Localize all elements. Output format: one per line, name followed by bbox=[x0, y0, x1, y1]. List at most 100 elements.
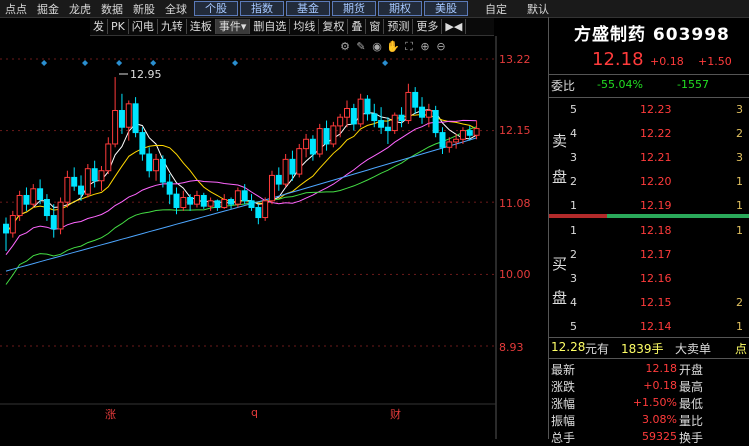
candle[interactable] bbox=[439, 127, 446, 154]
event-label-zhang[interactable]: 涨 bbox=[105, 406, 116, 422]
candle[interactable] bbox=[357, 93, 364, 128]
tool-collapse[interactable]: ▶◀ bbox=[442, 19, 467, 34]
candle[interactable] bbox=[405, 83, 412, 124]
sell-row-5[interactable]: 5 12.23 3 bbox=[549, 99, 749, 121]
candle[interactable] bbox=[78, 175, 85, 201]
candle[interactable] bbox=[344, 100, 350, 128]
buy-row-5[interactable]: 5 12.14 1 bbox=[549, 316, 749, 338]
candle[interactable] bbox=[255, 204, 262, 225]
tab-us-stock[interactable]: 美股 bbox=[424, 1, 468, 16]
menu-longhu[interactable]: 龙虎 bbox=[64, 1, 96, 17]
menu-quanqiu[interactable]: 全球 bbox=[160, 1, 192, 17]
tool-adjust[interactable]: 复权 bbox=[319, 19, 349, 34]
event-marker-icon[interactable] bbox=[150, 60, 157, 66]
candle[interactable] bbox=[398, 107, 405, 128]
tool-remove-watchlist[interactable]: 删自选 bbox=[250, 19, 291, 34]
buy-row-3[interactable]: 3 12.16 bbox=[549, 268, 749, 290]
candle[interactable] bbox=[57, 197, 64, 235]
buy-row-2[interactable]: 2 12.17 bbox=[549, 244, 749, 266]
tool-jiuzhuan[interactable]: 九转 bbox=[158, 19, 187, 34]
candle[interactable] bbox=[296, 143, 303, 178]
candle[interactable] bbox=[419, 97, 426, 124]
event-marker-icon[interactable] bbox=[41, 60, 48, 66]
candle[interactable] bbox=[166, 174, 173, 205]
candle[interactable] bbox=[91, 160, 98, 188]
menu-juejin[interactable]: 掘金 bbox=[32, 1, 64, 17]
tool-lianban[interactable]: 连板 bbox=[187, 19, 216, 34]
tool-fa[interactable]: 发 bbox=[90, 19, 108, 34]
menu-custom[interactable]: 自定 bbox=[480, 1, 512, 17]
candle[interactable] bbox=[364, 95, 371, 121]
menu-shuju[interactable]: 数据 bbox=[96, 1, 128, 17]
buy-row-1[interactable]: 1 12.18 1 bbox=[549, 220, 749, 242]
candle[interactable] bbox=[330, 121, 337, 148]
candle[interactable] bbox=[118, 93, 125, 134]
tool-more[interactable]: 更多 bbox=[413, 19, 443, 34]
candle[interactable] bbox=[43, 194, 50, 221]
candle[interactable] bbox=[248, 194, 255, 211]
candle[interactable] bbox=[214, 199, 221, 211]
candle[interactable] bbox=[3, 217, 9, 252]
candle[interactable] bbox=[84, 164, 91, 198]
event-marker-icon[interactable] bbox=[232, 60, 239, 66]
tab-options[interactable]: 期权 bbox=[378, 1, 422, 16]
tab-stock[interactable]: 个股 bbox=[194, 1, 238, 16]
candle[interactable] bbox=[153, 153, 160, 181]
candle[interactable] bbox=[105, 137, 112, 175]
candle[interactable] bbox=[323, 120, 330, 151]
event-marker-icon[interactable] bbox=[382, 60, 389, 66]
event-marker-icon[interactable] bbox=[116, 60, 123, 66]
candle[interactable] bbox=[391, 112, 398, 134]
candle[interactable] bbox=[432, 105, 439, 138]
candle[interactable] bbox=[221, 194, 228, 209]
menu-xingu[interactable]: 新股 bbox=[128, 1, 160, 17]
candle[interactable] bbox=[132, 97, 139, 138]
candle[interactable] bbox=[228, 197, 235, 209]
candle[interactable] bbox=[112, 77, 119, 148]
candle[interactable] bbox=[268, 170, 275, 205]
sell-row-3[interactable]: 3 12.21 3 bbox=[549, 147, 749, 169]
candle[interactable] bbox=[316, 123, 323, 158]
candle[interactable] bbox=[412, 87, 419, 114]
tool-shandian[interactable]: 闪电 bbox=[129, 19, 158, 34]
candle[interactable] bbox=[180, 190, 187, 211]
event-marker-icon[interactable] bbox=[82, 60, 89, 66]
sell-row-2[interactable]: 2 12.20 1 bbox=[549, 171, 749, 193]
menu-default[interactable]: 默认 bbox=[522, 1, 554, 17]
candle[interactable] bbox=[23, 187, 30, 211]
event-label-q[interactable]: q bbox=[251, 406, 258, 419]
candle[interactable] bbox=[282, 153, 289, 188]
sell-row-4[interactable]: 4 12.22 2 bbox=[549, 123, 749, 145]
candle[interactable] bbox=[193, 190, 200, 208]
candle[interactable] bbox=[159, 155, 166, 188]
candle[interactable] bbox=[378, 107, 385, 134]
candle[interactable] bbox=[64, 170, 71, 208]
tool-pk[interactable]: PK bbox=[108, 19, 129, 34]
tool-overlay[interactable]: 叠 bbox=[348, 19, 367, 34]
candle[interactable] bbox=[303, 133, 310, 158]
candle[interactable] bbox=[200, 192, 207, 209]
candle[interactable] bbox=[98, 166, 105, 191]
candle[interactable] bbox=[234, 187, 241, 208]
candle[interactable] bbox=[262, 197, 269, 221]
kline-chart[interactable]: 12.95 bbox=[0, 36, 548, 439]
candle[interactable] bbox=[71, 167, 78, 191]
candle[interactable] bbox=[187, 194, 194, 211]
event-label-cai[interactable]: 财 bbox=[390, 406, 401, 422]
candle[interactable] bbox=[9, 210, 16, 238]
tool-forecast[interactable]: 预测 bbox=[384, 19, 414, 34]
candle[interactable] bbox=[275, 167, 282, 191]
candle[interactable] bbox=[337, 113, 344, 138]
tab-fund[interactable]: 基金 bbox=[286, 1, 330, 16]
tab-futures[interactable]: 期货 bbox=[332, 1, 376, 16]
tool-events-dropdown[interactable]: 事件▾ bbox=[215, 19, 251, 34]
tool-window[interactable]: 窗 bbox=[366, 19, 385, 34]
buy-row-4[interactable]: 4 12.15 2 bbox=[549, 292, 749, 314]
candle[interactable] bbox=[350, 103, 357, 131]
tool-ma[interactable]: 均线 bbox=[290, 19, 320, 34]
candle[interactable] bbox=[146, 147, 153, 178]
candle[interactable] bbox=[139, 127, 146, 161]
candle[interactable] bbox=[30, 184, 37, 208]
menu-diandian[interactable]: 点点 bbox=[0, 1, 32, 17]
tab-index[interactable]: 指数 bbox=[240, 1, 284, 16]
